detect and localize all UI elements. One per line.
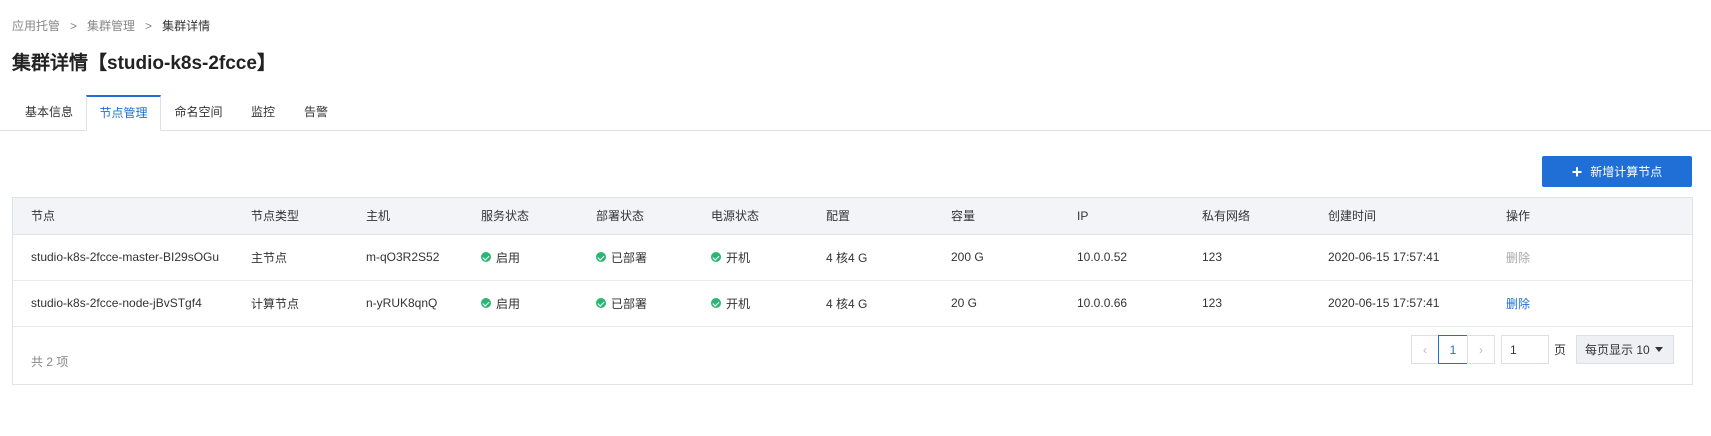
column-header-actions: 操作: [1506, 198, 1692, 235]
breadcrumb-item-cluster-management[interactable]: 集群管理: [87, 17, 135, 34]
column-header-node-type: 节点类型: [251, 198, 366, 235]
tab-node-management[interactable]: 节点管理: [86, 95, 161, 131]
cell-private-network: 123: [1202, 280, 1328, 327]
check-circle-icon: [481, 252, 491, 262]
column-header-node: 节点: [13, 198, 251, 235]
cell-deploy-status: 已部署: [596, 280, 711, 327]
column-header-config: 配置: [826, 198, 951, 235]
power-status-text: 开机: [726, 250, 751, 265]
cell-node-type: 主节点: [251, 234, 366, 281]
cell-private-network: 123: [1202, 234, 1328, 281]
power-status-text: 开机: [726, 296, 751, 311]
table-footer: 共 2 项 ‹ 1 › 页 每页显示 10: [13, 335, 1692, 385]
breadcrumb-current: 集群详情: [162, 19, 211, 33]
tab-namespaces[interactable]: 命名空间: [161, 95, 236, 130]
cell-capacity: 20 G: [951, 280, 1077, 327]
tab-bar: 基本信息 节点管理 命名空间 监控 告警: [0, 95, 1711, 131]
cell-power-status: 开机: [711, 280, 826, 327]
cell-host: n-yRUK8qnQ: [366, 280, 481, 327]
column-header-service-status: 服务状态: [481, 198, 596, 235]
check-circle-icon: [481, 298, 491, 308]
prev-page-button[interactable]: ‹: [1410, 335, 1439, 364]
cell-actions: 删除: [1506, 234, 1692, 281]
column-header-power-status: 电源状态: [711, 198, 826, 235]
column-header-deploy-status: 部署状态: [596, 198, 711, 235]
page-size-select[interactable]: 每页显示 10: [1576, 335, 1674, 364]
cell-service-status: 启用: [481, 280, 596, 327]
caret-down-icon: [1654, 347, 1663, 352]
total-count: 共 2 项: [31, 355, 69, 369]
chevron-right-icon: ›: [1478, 342, 1483, 357]
page-jump-input[interactable]: [1500, 335, 1549, 364]
cell-config: 4 核4 G: [826, 280, 951, 327]
column-header-host: 主机: [366, 198, 481, 235]
cell-node-name: studio-k8s-2fcce-node-jBvSTgf4: [13, 280, 251, 327]
cell-host: m-qO3R2S52: [366, 234, 481, 281]
column-header-capacity: 容量: [951, 198, 1077, 235]
add-compute-node-button[interactable]: + 新增计算节点: [1542, 156, 1692, 187]
deploy-status-text: 已部署: [611, 296, 648, 311]
breadcrumb: 应用托管 > 集群管理 > 集群详情: [12, 17, 210, 34]
check-circle-icon: [711, 252, 721, 262]
cell-node-type: 计算节点: [251, 280, 366, 327]
cell-node-name: studio-k8s-2fcce-master-BI29sOGu: [13, 234, 251, 281]
check-circle-icon: [711, 298, 721, 308]
cell-created-time: 2020-06-15 17:57:41: [1328, 234, 1506, 281]
cell-service-status: 启用: [481, 234, 596, 281]
column-header-created-time: 创建时间: [1328, 198, 1506, 235]
next-page-button[interactable]: ›: [1466, 335, 1495, 364]
tab-alerts[interactable]: 告警: [290, 95, 342, 130]
node-table: 节点 节点类型 主机 服务状态 部署状态 电源状态 配置 容量 IP 私有网络 …: [12, 197, 1693, 385]
delete-button-disabled: 删除: [1506, 250, 1531, 265]
cell-ip: 10.0.0.52: [1077, 234, 1202, 281]
cell-capacity: 200 G: [951, 234, 1077, 281]
breadcrumb-separator: >: [70, 18, 78, 33]
page-size-label: 每页显示 10: [1585, 343, 1650, 357]
deploy-status-text: 已部署: [611, 250, 648, 265]
service-status-text: 启用: [496, 250, 521, 265]
delete-button[interactable]: 删除: [1506, 297, 1530, 311]
breadcrumb-separator: >: [145, 18, 153, 33]
cell-created-time: 2020-06-15 17:57:41: [1328, 280, 1506, 327]
check-circle-icon: [596, 252, 606, 262]
table-row: studio-k8s-2fcce-master-BI29sOGu 主节点 m-q…: [13, 234, 1692, 281]
cell-deploy-status: 已部署: [596, 234, 711, 281]
breadcrumb-item-app-hosting[interactable]: 应用托管: [12, 17, 60, 34]
column-header-ip: IP: [1077, 198, 1202, 235]
tab-monitoring[interactable]: 监控: [236, 95, 290, 130]
table-row: studio-k8s-2fcce-node-jBvSTgf4 计算节点 n-yR…: [13, 280, 1692, 327]
page-label: 页: [1553, 343, 1566, 357]
add-compute-node-label: 新增计算节点: [1590, 165, 1663, 179]
tab-basic-info[interactable]: 基本信息: [12, 95, 86, 130]
table-header-row: 节点 节点类型 主机 服务状态 部署状态 电源状态 配置 容量 IP 私有网络 …: [13, 198, 1692, 235]
check-circle-icon: [596, 298, 606, 308]
service-status-text: 启用: [496, 296, 521, 311]
cell-actions: 删除: [1506, 280, 1692, 327]
column-header-private-network: 私有网络: [1202, 198, 1328, 235]
page-title: 集群详情【studio-k8s-2fcce】: [12, 53, 276, 74]
cell-ip: 10.0.0.66: [1077, 280, 1202, 327]
cell-power-status: 开机: [711, 234, 826, 281]
page-number-current[interactable]: 1: [1437, 335, 1468, 364]
chevron-left-icon: ‹: [1422, 342, 1427, 357]
plus-icon: +: [1571, 161, 1583, 182]
pagination: ‹ 1 › 页 每页显示 10: [1410, 335, 1674, 364]
cell-config: 4 核4 G: [826, 234, 951, 281]
